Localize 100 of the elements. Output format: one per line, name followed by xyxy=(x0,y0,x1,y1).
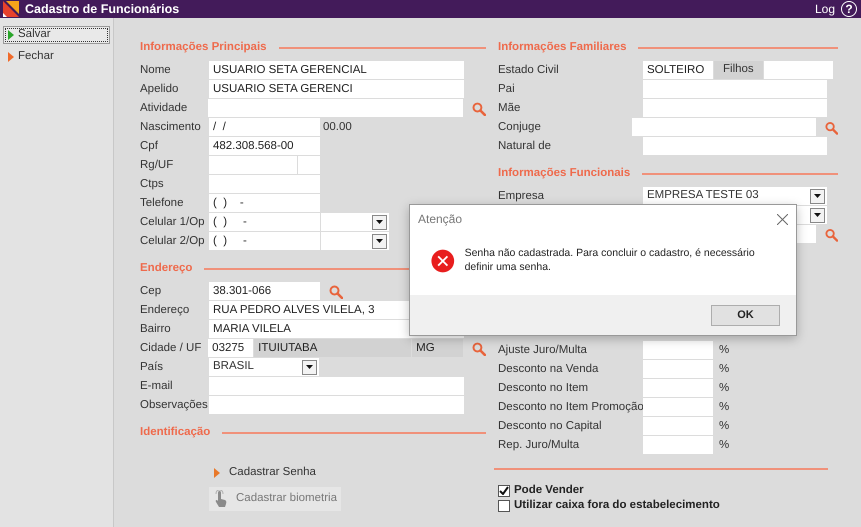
field-label: País xyxy=(140,360,164,375)
caret-icon xyxy=(306,365,313,369)
section-title: Informações Familiares xyxy=(498,40,626,56)
field-label: Observações xyxy=(140,398,209,413)
percent-sign: % xyxy=(718,380,730,396)
caret-icon xyxy=(814,213,821,217)
input-field[interactable] xyxy=(209,377,464,395)
input-field[interactable]: 03275 xyxy=(208,339,254,357)
dialog-message: Senha não cadastrada. Para concluir o cadastro, é necessário definir uma senha. xyxy=(464,247,756,274)
field-label: Ajuste Juro/Multa xyxy=(498,342,588,358)
input-field[interactable] xyxy=(209,396,464,414)
input-field[interactable]: SOLTEIRO xyxy=(643,61,713,79)
field-label: Natural de xyxy=(498,138,552,154)
input-field[interactable] xyxy=(643,99,827,117)
caret-icon xyxy=(376,239,383,243)
percent-sign: % xyxy=(718,342,730,358)
check-icon xyxy=(499,486,509,495)
close-icon[interactable] xyxy=(777,214,788,224)
checkbox[interactable] xyxy=(498,484,510,496)
input-field[interactable] xyxy=(643,137,827,155)
checkbox[interactable] xyxy=(498,500,510,512)
field-label: Desconto no Capital xyxy=(498,418,603,434)
finger-icon xyxy=(213,490,228,508)
input-field[interactable] xyxy=(643,360,713,378)
register-password-button[interactable]: Cadastrar Senha xyxy=(209,462,320,484)
field-label: Cep xyxy=(140,284,162,299)
field-label: Mãe xyxy=(498,100,522,116)
field-label: Estado Civil xyxy=(498,62,560,78)
play-icon xyxy=(213,466,221,479)
input-field[interactable] xyxy=(643,417,713,435)
field-label: Telefone xyxy=(140,196,184,211)
field-label: Ctps xyxy=(140,176,165,192)
checkbox-label: Utilizar caixa fora do estabelecimento xyxy=(514,498,720,513)
field-label: Empresa xyxy=(498,188,546,204)
field-label: Celular 1/Op xyxy=(140,214,206,230)
field-label: Endereço xyxy=(140,302,190,318)
section-title: Identificação xyxy=(140,425,210,440)
input-field[interactable] xyxy=(643,398,713,416)
input-field[interactable] xyxy=(643,379,713,397)
input-field[interactable]: USUARIO SETA GERENCI xyxy=(209,80,464,98)
window-title: Cadastro de Funcionários xyxy=(25,0,180,18)
input-field[interactable]: MG xyxy=(412,339,464,357)
percent-sign: % xyxy=(718,362,730,377)
ok-button[interactable]: OK xyxy=(711,304,780,326)
input-field[interactable] xyxy=(209,156,297,174)
search-icon[interactable] xyxy=(472,342,486,356)
input-field[interactable]: ITUIUTABA xyxy=(254,339,412,357)
field-label: Atividade xyxy=(140,100,188,116)
field-label: Nascimento xyxy=(140,120,202,135)
field-label: Celular 2/Op xyxy=(140,234,206,249)
input-field[interactable] xyxy=(632,118,816,136)
input-field[interactable] xyxy=(298,156,320,174)
time-text: 00.00 xyxy=(322,120,352,135)
search-icon[interactable] xyxy=(825,120,838,134)
input-field[interactable]: ( ) - xyxy=(209,194,320,212)
caret-icon xyxy=(376,220,383,224)
field-label: E-mail xyxy=(140,378,174,394)
play-icon xyxy=(7,51,15,63)
input-field[interactable]: 38.301-066 xyxy=(209,282,320,300)
input-field[interactable] xyxy=(643,80,827,98)
percent-sign: % xyxy=(718,400,730,415)
field-label: Pai xyxy=(498,82,516,97)
input-field[interactable]: 482.308.568-00 xyxy=(209,137,320,155)
caret-icon xyxy=(814,194,821,198)
dropdown-field[interactable]: EMPRESA TESTE 03 xyxy=(643,187,827,205)
search-icon[interactable] xyxy=(329,284,343,298)
search-icon[interactable] xyxy=(825,228,838,242)
logo-icon xyxy=(3,1,19,17)
dialog-title: Atenção xyxy=(418,211,462,228)
field-label: Nome xyxy=(140,62,172,78)
search-icon[interactable] xyxy=(472,102,486,116)
input-field[interactable]: USUARIO SETA GERENCIAL xyxy=(209,61,464,79)
field-label: Cidade / UF xyxy=(140,340,202,356)
checkbox-label: Pode Vender xyxy=(514,482,584,498)
percent-sign: % xyxy=(718,418,730,434)
close-button[interactable]: Fechar xyxy=(3,48,110,66)
input-field[interactable]: / / xyxy=(209,118,320,136)
log-link[interactable]: Log xyxy=(814,0,835,18)
section-title: Endereço xyxy=(140,261,192,276)
field-label: Rep. Juro/Multa xyxy=(498,438,580,453)
error-icon xyxy=(431,247,455,275)
percent-sign: % xyxy=(718,438,730,453)
input-field[interactable] xyxy=(209,175,320,193)
save-button[interactable]: Salvar xyxy=(3,26,110,44)
dropdown-field[interactable]: BRASIL xyxy=(209,358,319,376)
input-field[interactable] xyxy=(764,61,833,79)
field-label: Desconto no Item xyxy=(498,380,590,396)
input-field[interactable] xyxy=(208,99,464,117)
input-field[interactable] xyxy=(643,436,713,454)
input-field[interactable]: ( ) - xyxy=(209,232,320,250)
field-label: Rg/UF xyxy=(140,158,174,173)
input-field[interactable] xyxy=(643,341,713,359)
section-title: Informações Funcionais xyxy=(498,166,630,182)
field-label: Desconto na Venda xyxy=(498,362,600,377)
play-icon xyxy=(7,29,15,41)
input-field[interactable]: ( ) - xyxy=(209,213,320,231)
dropdown-field[interactable] xyxy=(321,213,389,231)
help-button[interactable]: ? xyxy=(841,1,857,17)
field-label: Desconto no Item Promoção xyxy=(498,400,643,415)
dropdown-field[interactable] xyxy=(321,232,389,250)
